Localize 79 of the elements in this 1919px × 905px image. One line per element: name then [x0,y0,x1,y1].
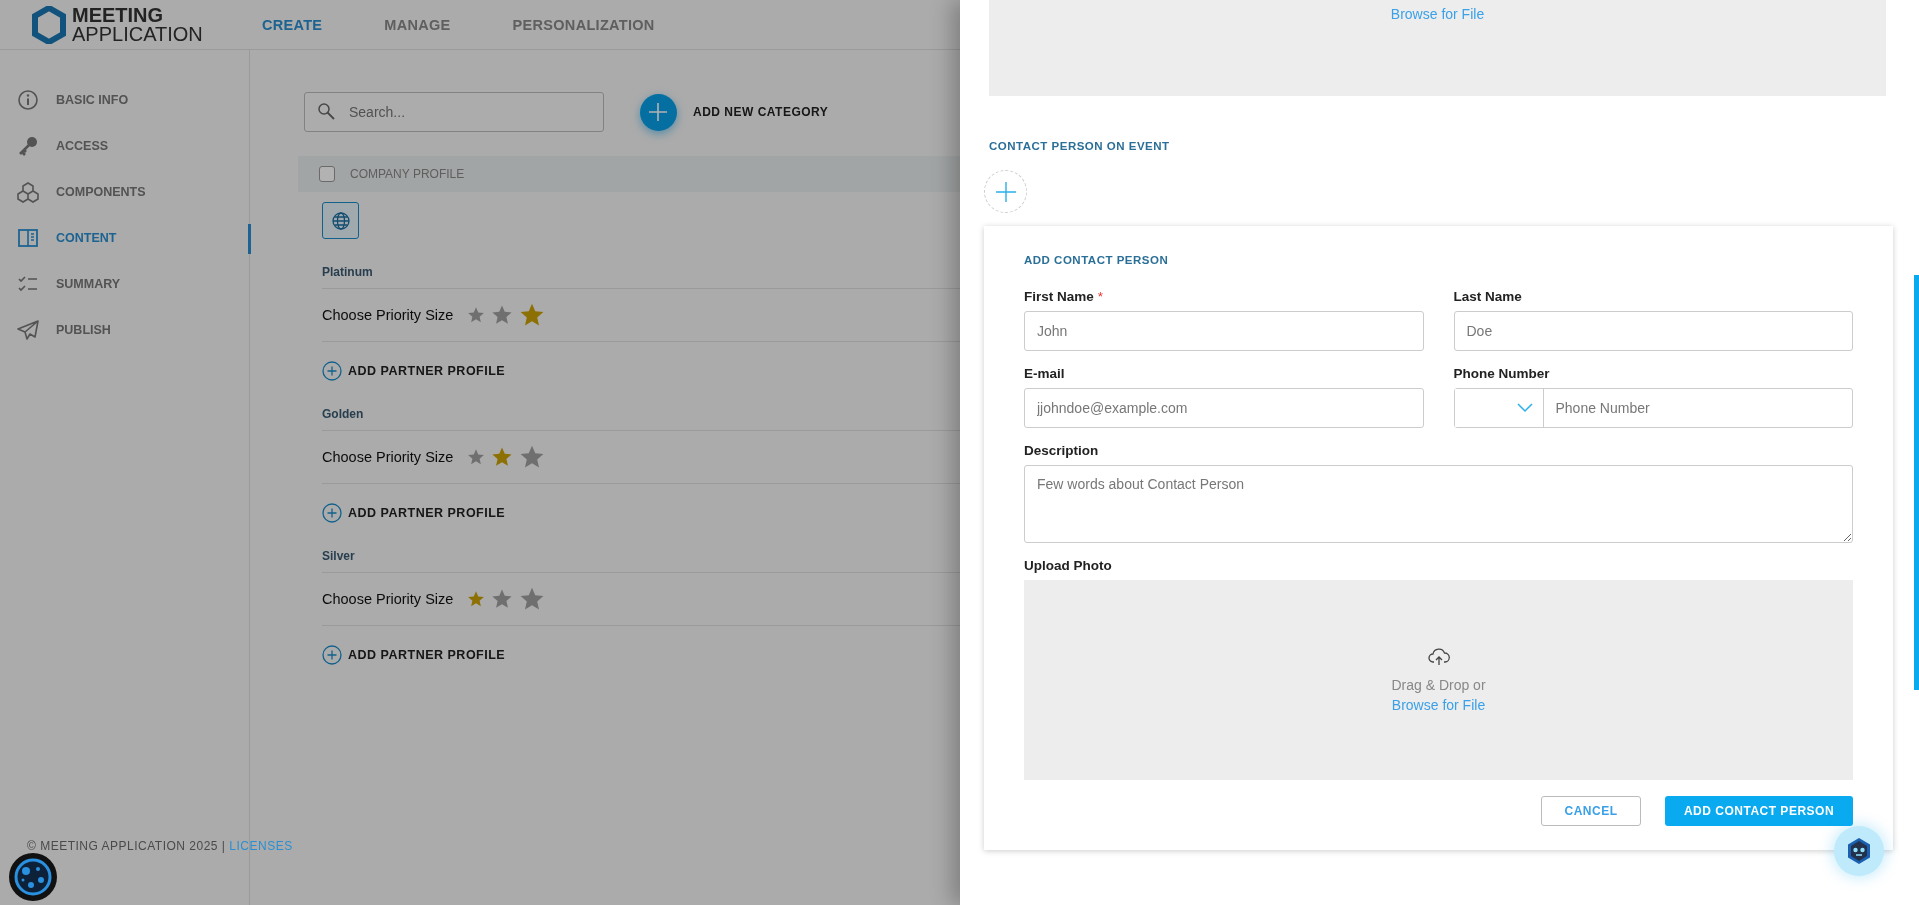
required-mark: * [1097,288,1104,305]
star-icon[interactable] [467,448,486,466]
star-icon[interactable] [491,588,514,610]
sidebar-label: CONTENT [56,230,117,245]
nav-tab[interactable]: PERSONALIZATION [512,16,655,33]
search-icon [317,102,337,122]
field-label: Description [1024,442,1099,459]
sidebar-item[interactable]: SUMMARY [0,270,249,297]
nav-tab[interactable]: CREATE [262,16,323,33]
column-header: COMPANY PROFILE [350,167,465,181]
language-button[interactable] [322,202,359,239]
plus-circle-icon [322,645,342,665]
chevron-down-icon [1516,403,1533,413]
checkbox[interactable] [319,166,335,182]
star-icon[interactable] [491,304,514,326]
add-contact-person-button[interactable]: ADD CONTACT PERSON [1665,796,1853,826]
input-field[interactable]: John [1024,311,1424,351]
hexagon-logo-icon [32,5,66,44]
logo-text: MEETING [72,5,165,25]
add-partner-button[interactable]: ADD PARTNER PROFILE [322,361,506,381]
sidebar-label: SUMMARY [56,276,121,291]
upload-hint: Drag & Drop or [1391,677,1486,693]
plus-circle-icon [322,361,342,381]
star-icon[interactable] [467,306,486,324]
sidebar-item[interactable]: PUBLISH [0,316,249,343]
field-label: Last Name [1453,288,1522,305]
upload-dropzone[interactable]: Browse for File [989,0,1886,96]
logo-text: APPLICATION [72,24,203,44]
star-icon[interactable] [519,586,546,612]
nav-tab[interactable]: MANAGE [384,16,451,33]
field-label: Upload Photo [1024,557,1112,574]
cloud-upload-icon [1427,647,1450,667]
priority-label: Choose Priority Size [322,591,454,607]
sidebar-item[interactable]: CONTENT [0,224,249,251]
country-code-dropdown[interactable] [1454,389,1544,427]
description-field[interactable]: Few words about Contact Person [1024,465,1853,543]
star-icon[interactable] [467,590,486,608]
section-title: CONTACT PERSON ON EVENT [989,140,1171,152]
priority-label: Choose Priority Size [322,307,454,323]
chat-bot-button[interactable] [1834,826,1884,876]
browse-link[interactable]: Browse for File [1391,697,1486,713]
panel-icon [17,226,39,249]
plus-circle-icon [322,503,342,523]
add-category-label: ADD NEW CATEGORY [693,105,829,119]
info-icon [17,88,39,111]
field-label: First Name [1024,288,1094,305]
form-title: ADD CONTACT PERSON [1024,254,1170,266]
key-icon [17,134,39,157]
globe-icon [330,210,351,231]
cancel-button[interactable]: CANCEL [1541,796,1641,826]
cubes-icon [17,180,39,203]
star-icon[interactable] [519,444,546,470]
sidebar-label: COMPONENTS [56,184,146,199]
sidebar-item[interactable]: ACCESS [0,132,249,159]
phone-field[interactable]: Phone Number [1453,388,1853,428]
add-partner-button[interactable]: ADD PARTNER PROFILE [322,645,506,665]
star-icon[interactable] [519,302,546,328]
sidebar-label: ACCESS [56,138,109,153]
sidebar-label: BASIC INFO [56,92,129,107]
input-field[interactable]: jjohndoe@example.com [1024,388,1424,428]
upload-dropzone[interactable]: Drag & Drop or Browse for File [1024,580,1853,780]
field-label: E-mail [1024,365,1065,382]
search-input[interactable]: Search... [347,103,587,121]
sidebar-label: PUBLISH [56,322,111,337]
star-icon[interactable] [491,446,514,468]
plus-icon [640,93,677,131]
paper-plane-icon [17,318,39,341]
field-label: Phone Number [1453,365,1550,382]
add-category-button[interactable]: ADD NEW CATEGORY [640,93,829,131]
cookie-button[interactable] [9,853,57,901]
plus-icon [993,179,1018,204]
browse-link[interactable]: Browse for File [1390,6,1485,22]
input-field[interactable]: Doe [1453,311,1853,351]
search-field[interactable]: Search... [304,92,604,132]
priority-label: Choose Priority Size [322,449,454,465]
copyright-text: © MEETING APPLICATION 2025 | [27,839,226,853]
sidebar-item[interactable]: COMPONENTS [0,178,249,205]
add-partner-button[interactable]: ADD PARTNER PROFILE [322,503,506,523]
sidebar-item[interactable]: BASIC INFO [0,86,249,113]
